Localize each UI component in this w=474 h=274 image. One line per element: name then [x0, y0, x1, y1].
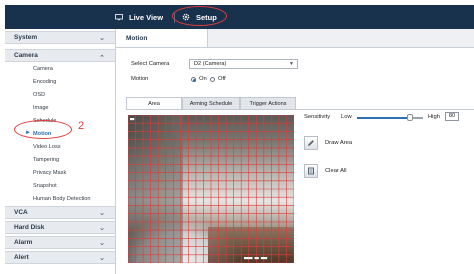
sensitivity-high-label: High — [428, 114, 440, 120]
osd-overlay-bottom: ■■■■ ■■ ■■■ — [244, 256, 268, 260]
sidebar-item-privacy-mask[interactable]: Privacy Mask — [33, 170, 66, 176]
sensitivity-value-input[interactable]: 80 — [445, 112, 459, 121]
setup-tab[interactable]: Setup — [182, 5, 217, 29]
osd-overlay-top: ■■ — [130, 117, 135, 121]
gear-icon — [182, 13, 190, 21]
settings-sidebar: System ⌄ Camera ⌃ Camera Encoding OSD Im… — [5, 29, 116, 274]
tab-arming-schedule-label: Arming Schedule — [189, 101, 233, 107]
motion-off-label: Off — [218, 76, 226, 82]
radio-unselected-icon — [210, 76, 215, 82]
sensitivity-slider-handle[interactable] — [406, 114, 413, 121]
camera-preview[interactable]: ■■ ■■■■ ■■ ■■■ — [128, 115, 294, 263]
sidebar-item-human-body-detection[interactable]: Human Body Detection — [33, 196, 91, 202]
sensitivity-slider-fill — [357, 117, 410, 119]
sidebar-item-osd[interactable]: OSD — [33, 92, 45, 98]
sidebar-group-camera[interactable]: Camera ⌃ — [5, 49, 115, 62]
tab-panel-divider — [126, 109, 474, 110]
chevron-up-icon: ⌃ — [99, 55, 105, 62]
live-view-label: Live View — [129, 12, 164, 22]
motion-detection-grid[interactable] — [128, 115, 294, 263]
sidebar-item-video-loss[interactable]: Video Loss — [33, 144, 61, 150]
sidebar-group-label: VCA — [14, 209, 28, 216]
dropdown-caret-icon: ▼ — [289, 61, 294, 67]
draw-area-label[interactable]: Draw Area — [325, 140, 352, 146]
nav-divider — [174, 12, 175, 23]
sensitivity-slider[interactable] — [357, 114, 423, 121]
select-camera-label: Select Camera — [131, 61, 170, 67]
sidebar-group-vca[interactable]: VCA ⌄ — [5, 206, 115, 219]
app-window: Live View Setup System ⌄ Camera ⌃ Camera… — [0, 0, 474, 274]
chevron-down-icon: ⌄ — [99, 210, 105, 217]
camera-select-value: D2 (Camera) — [194, 61, 227, 67]
sidebar-item-tampering[interactable]: Tampering — [33, 157, 59, 163]
setup-label: Setup — [196, 12, 217, 22]
top-nav-bar: Live View Setup — [5, 5, 474, 29]
tab-trigger-actions-label: Trigger Actions — [249, 101, 287, 107]
tab-motion-label: Motion — [126, 34, 148, 42]
motion-on-radio[interactable]: On — [191, 76, 207, 82]
sensitivity-low-label: Low — [341, 114, 352, 120]
monitor-icon — [115, 13, 123, 21]
live-view-tab[interactable]: Live View — [115, 5, 163, 29]
eraser-icon — [307, 162, 315, 180]
sidebar-group-label: Camera — [14, 52, 38, 59]
camera-select[interactable]: D2 (Camera) ▼ — [189, 59, 298, 69]
sidebar-group-label: System — [14, 34, 38, 41]
chevron-down-icon: ⌄ — [99, 225, 105, 232]
chevron-down-icon: ⌄ — [99, 240, 105, 247]
sidebar-item-motion[interactable]: Motion — [33, 131, 51, 137]
sidebar-group-hard-disk[interactable]: Hard Disk ⌄ — [5, 221, 115, 234]
sidebar-group-label: Hard Disk — [14, 224, 45, 231]
sidebar-group-label: Alert — [14, 254, 29, 261]
motion-on-label: On — [199, 76, 207, 82]
sidebar-item-encoding[interactable]: Encoding — [33, 79, 56, 85]
sidebar-item-snapshot[interactable]: Snapshot — [33, 183, 57, 189]
sidebar-item-camera[interactable]: Camera — [33, 66, 53, 72]
page-tab-bar: Motion — [116, 29, 474, 48]
sensitivity-label: Sensitivity — [304, 114, 331, 120]
sidebar-group-label: Alarm — [14, 239, 33, 246]
sidebar-group-alert[interactable]: Alert ⌄ — [5, 251, 115, 264]
sidebar-group-system[interactable]: System ⌄ — [5, 31, 115, 44]
sidebar-item-schedule[interactable]: Schedule — [33, 118, 56, 124]
chevron-down-icon: ⌄ — [99, 255, 105, 262]
sidebar-group-alarm[interactable]: Alarm ⌄ — [5, 236, 115, 249]
motion-label: Motion — [131, 76, 149, 82]
sidebar-item-image[interactable]: Image — [33, 105, 49, 111]
radio-selected-icon — [191, 76, 196, 82]
annotation-number: 2 — [78, 120, 85, 132]
tab-area-label: Area — [148, 101, 160, 107]
motion-off-radio[interactable]: Off — [210, 76, 226, 82]
clear-all-button[interactable] — [304, 164, 318, 178]
pencil-icon — [307, 134, 315, 152]
tab-motion[interactable]: Motion — [116, 29, 208, 47]
clear-all-label[interactable]: Clear All — [325, 168, 347, 174]
draw-area-button[interactable] — [304, 136, 318, 150]
active-bullet-icon: ► — [25, 130, 31, 136]
chevron-down-icon: ⌄ — [99, 35, 105, 42]
